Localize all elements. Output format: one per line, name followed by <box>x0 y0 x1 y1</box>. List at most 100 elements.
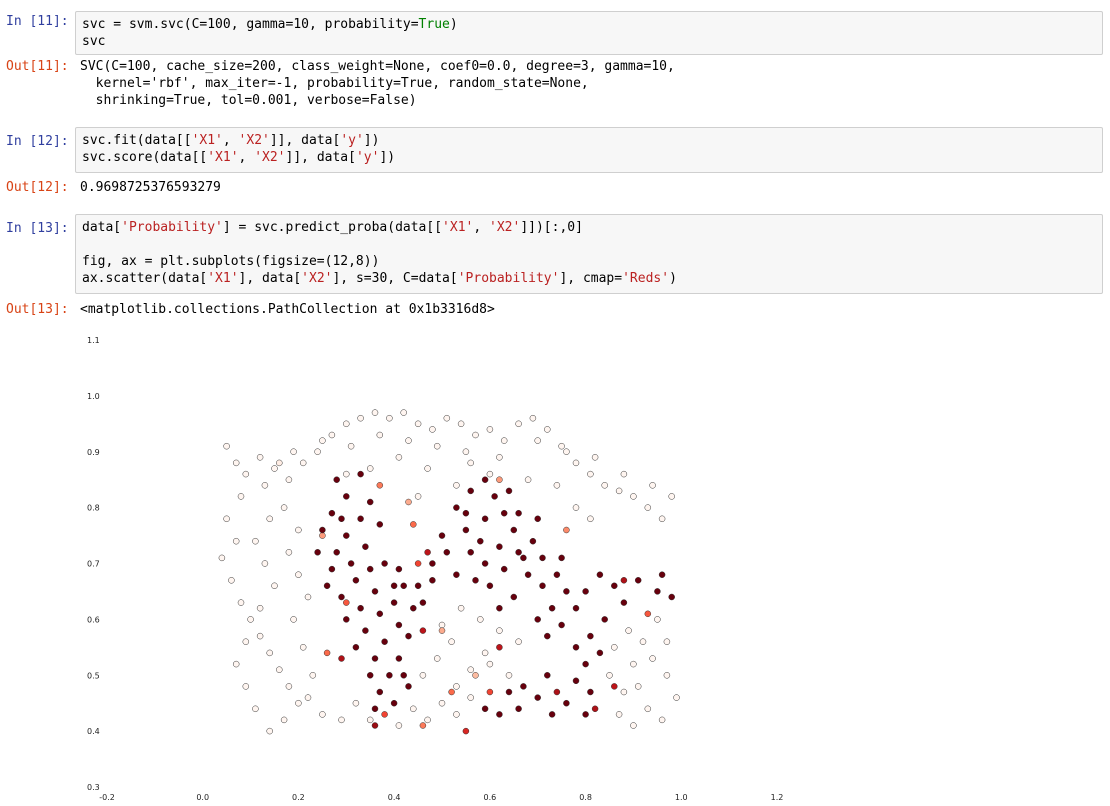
scatter-point <box>371 655 379 662</box>
scatter-point <box>328 509 336 517</box>
code-line: svc <box>82 34 106 49</box>
scatter-point <box>366 498 374 506</box>
output-text: 0.9698725376593279 <box>80 179 221 196</box>
scatter-point <box>390 582 398 590</box>
scatter-point <box>620 688 628 696</box>
code-input[interactable]: data['Probability'] = svc.predict_proba(… <box>75 214 1103 294</box>
scatter-point <box>338 593 345 601</box>
scatter-point <box>357 470 364 478</box>
scatter-point <box>572 604 580 612</box>
scatter-point <box>381 711 388 718</box>
out-prompt: Out[13]: <box>6 302 69 317</box>
scatter-point <box>352 699 360 707</box>
scatter-point <box>582 660 589 668</box>
scatter-point <box>591 454 599 461</box>
scatter-point <box>285 683 293 690</box>
output-line: SVC(C=100, cache_size=200, class_weight=… <box>80 59 675 74</box>
scatter-point <box>644 504 652 511</box>
scatter-point <box>271 465 278 472</box>
scatter-point <box>381 560 388 567</box>
scatter-point <box>376 431 384 439</box>
scatter-point <box>601 482 608 489</box>
scatter-point <box>457 420 465 428</box>
scatter-point <box>668 493 675 500</box>
scatter-point <box>663 672 671 679</box>
code-input[interactable]: svc.fit(data[['X1', 'X2']], data['y']) sv… <box>75 127 1103 173</box>
scatter-point <box>410 604 417 612</box>
x-tick-label: 0.2 <box>292 793 305 802</box>
scatter-point <box>271 582 278 590</box>
scatter-point <box>481 705 489 713</box>
code-line: ax.scatter(data['X1'], data['X2'], s=30,… <box>82 271 677 286</box>
scatter-point <box>505 487 513 495</box>
scatter-point <box>448 638 455 645</box>
scatter-point <box>419 722 427 729</box>
scatter-point <box>496 711 503 718</box>
scatter-point <box>649 482 656 489</box>
scatter-point <box>314 448 321 455</box>
scatter-point <box>343 599 350 606</box>
scatter-point <box>395 565 403 573</box>
scatter-point <box>515 705 522 713</box>
scatter-point <box>658 515 666 523</box>
scatter-point <box>620 470 628 478</box>
scatter-point <box>572 504 580 511</box>
scatter-point <box>486 688 494 696</box>
scatter-point <box>256 454 264 461</box>
scatter-point <box>596 571 604 578</box>
scatter-point <box>309 672 317 679</box>
scatter-point <box>544 632 551 640</box>
scatter-point <box>644 610 652 618</box>
scatter-point <box>371 705 379 713</box>
scatter-point <box>563 526 570 534</box>
scatter-point <box>261 482 269 489</box>
scatter-point <box>596 649 604 657</box>
scatter-point <box>376 521 384 528</box>
scatter-point <box>505 688 513 696</box>
scatter-point <box>319 532 326 539</box>
scatter-point <box>304 694 312 701</box>
scatter-point <box>496 627 503 634</box>
scatter-point <box>438 621 446 629</box>
scatter-point <box>285 549 293 556</box>
scatter-point <box>515 549 522 556</box>
scatter-point <box>467 549 474 556</box>
x-tick-label: 0.6 <box>483 793 496 802</box>
x-tick-label: 1.0 <box>675 793 688 802</box>
scatter-point <box>237 599 245 606</box>
code-input[interactable]: svc = svm.svc(C=100, gamma=10, probabili… <box>75 11 1103 55</box>
scatter-point <box>443 414 451 422</box>
output-text: <matplotlib.collections.PathCollection a… <box>80 301 495 318</box>
out-prompt: Out[11]: <box>6 59 69 74</box>
scatter-point <box>510 526 518 534</box>
scatter-point <box>266 649 273 657</box>
scatter-point <box>572 644 580 651</box>
scatter-point <box>611 582 618 590</box>
scatter-point <box>491 493 498 500</box>
scatter-point <box>587 515 594 523</box>
scatter-point <box>295 571 302 578</box>
scatter-point <box>376 610 384 618</box>
scatter-point <box>658 716 666 724</box>
scatter-point <box>529 537 537 545</box>
scatter-point <box>352 644 360 651</box>
scatter-point <box>587 688 594 696</box>
scatter-point <box>280 716 288 724</box>
scatter-point <box>424 465 431 472</box>
x-tick-label: 0.8 <box>579 793 592 802</box>
scatter-point <box>419 672 427 679</box>
in-prompt: In [11]: <box>6 14 69 29</box>
scatter-point <box>453 711 460 718</box>
scatter-point <box>252 537 259 545</box>
scatter-point <box>515 509 522 517</box>
scatter-point <box>338 655 345 662</box>
scatter-point <box>343 470 350 478</box>
scatter-point <box>261 560 269 567</box>
scatter-point <box>548 711 556 718</box>
scatter-point <box>500 437 508 444</box>
code-line: svc = svm.svc(C=100, gamma=10, probabili… <box>82 17 458 32</box>
scatter-point <box>658 571 666 578</box>
scatter-point <box>333 476 340 483</box>
scatter-point <box>462 509 470 517</box>
